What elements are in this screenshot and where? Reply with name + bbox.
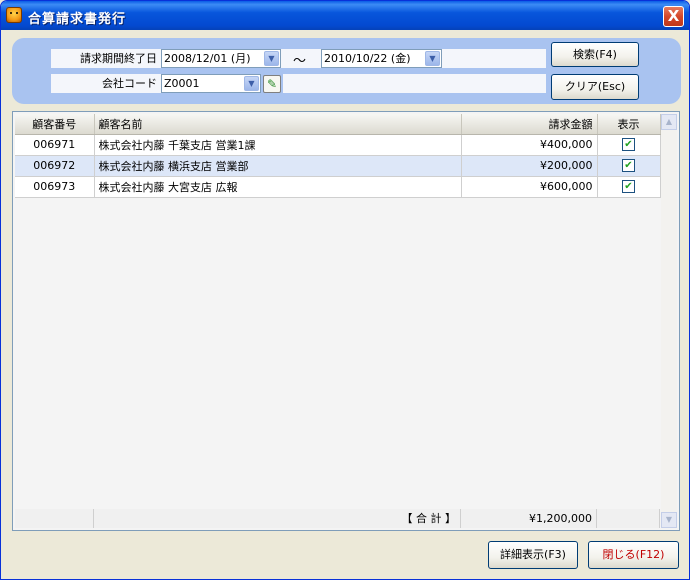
- total-cell-blank: [15, 509, 94, 528]
- total-cell-blank: [597, 509, 660, 528]
- date-to-select[interactable]: 2010/10/22 (金) ▼: [321, 49, 442, 68]
- app-window: 合算請求書発行 X 請求期間終了日 2008/12/01 (月) ▼ 2010/…: [0, 0, 690, 580]
- cell-customer-id: 006973: [15, 176, 95, 198]
- scroll-up-icon[interactable]: ▲: [661, 114, 677, 130]
- period-filler: [442, 49, 546, 68]
- total-label: 【 合 計 】: [94, 509, 461, 528]
- vertical-scrollbar[interactable]: ▲ ▼: [661, 114, 677, 528]
- customer-grid: 顧客番号 顧客名前 請求金額 表示 006971 株式会社内藤 千葉支店 営業1…: [12, 111, 680, 531]
- company-code-value: Z0001: [164, 77, 200, 90]
- cell-amount: ¥600,000: [461, 176, 598, 198]
- chevron-down-icon[interactable]: ▼: [425, 51, 440, 66]
- title-bar[interactable]: 合算請求書発行 X: [1, 1, 689, 30]
- company-filler: [283, 74, 546, 93]
- cell-customer-id: 006972: [15, 155, 95, 177]
- display-checkbox[interactable]: ✔: [622, 138, 635, 152]
- column-header-customer-name[interactable]: 顧客名前: [94, 114, 462, 135]
- cell-display: ✔: [597, 155, 661, 177]
- display-checkbox[interactable]: ✔: [622, 180, 635, 194]
- pencil-icon[interactable]: ✎: [263, 75, 281, 93]
- close-button[interactable]: 閉じる(F12): [588, 541, 679, 569]
- detail-button[interactable]: 詳細表示(F3): [488, 541, 578, 569]
- chevron-down-icon[interactable]: ▼: [244, 76, 259, 91]
- cell-display: ✔: [597, 176, 661, 198]
- app-logo-icon: [6, 7, 22, 23]
- total-amount: ¥1,200,000: [461, 509, 597, 528]
- column-header-display[interactable]: 表示: [597, 114, 661, 135]
- column-header-customer-id[interactable]: 顧客番号: [15, 114, 95, 135]
- cell-amount: ¥400,000: [461, 134, 598, 156]
- chevron-down-icon[interactable]: ▼: [264, 51, 279, 66]
- search-panel: 請求期間終了日 2008/12/01 (月) ▼ 2010/10/22 (金) …: [12, 38, 681, 104]
- range-separator: ～: [293, 54, 307, 69]
- search-button[interactable]: 検索(F4): [551, 42, 639, 67]
- date-to-value: 2010/10/22 (金): [324, 52, 411, 65]
- window-close-button[interactable]: X: [663, 6, 684, 27]
- table-row[interactable]: 006971 株式会社内藤 千葉支店 営業1課 ¥400,000 ✔: [15, 134, 661, 156]
- company-label: 会社コード: [51, 74, 161, 93]
- cell-amount: ¥200,000: [461, 155, 598, 177]
- window-title: 合算請求書発行: [28, 12, 127, 27]
- company-code-select[interactable]: Z0001 ▼: [161, 74, 261, 93]
- cell-customer-name: 株式会社内藤 千葉支店 営業1課: [94, 134, 462, 156]
- date-from-select[interactable]: 2008/12/01 (月) ▼: [161, 49, 281, 68]
- column-header-amount[interactable]: 請求金額: [461, 114, 598, 135]
- table-row[interactable]: 006973 株式会社内藤 大宮支店 広報 ¥600,000 ✔: [15, 176, 661, 198]
- customer-table: 顧客番号 顧客名前 請求金額 表示 006971 株式会社内藤 千葉支店 営業1…: [15, 114, 661, 198]
- date-from-value: 2008/12/01 (月): [164, 52, 251, 65]
- table-row[interactable]: 006972 株式会社内藤 横浜支店 営業部 ¥200,000 ✔: [15, 155, 661, 177]
- table-header-row: 顧客番号 顧客名前 請求金額 表示: [15, 114, 661, 135]
- cell-customer-name: 株式会社内藤 横浜支店 営業部: [94, 155, 462, 177]
- scroll-down-icon[interactable]: ▼: [661, 512, 677, 528]
- cell-customer-name: 株式会社内藤 大宮支店 広報: [94, 176, 462, 198]
- clear-button[interactable]: クリア(Esc): [551, 74, 639, 100]
- cell-display: ✔: [597, 134, 661, 156]
- display-checkbox[interactable]: ✔: [622, 159, 635, 173]
- period-label: 請求期間終了日: [51, 49, 161, 68]
- cell-customer-id: 006971: [15, 134, 95, 156]
